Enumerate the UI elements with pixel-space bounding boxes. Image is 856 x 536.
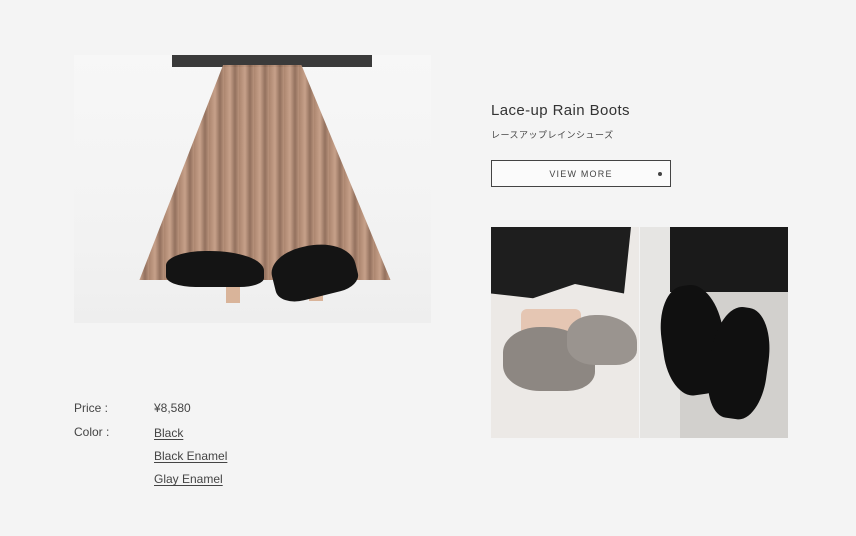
detail-image-black bbox=[640, 227, 788, 438]
dot-icon bbox=[658, 172, 662, 176]
color-link-black[interactable]: Black bbox=[154, 426, 183, 440]
price-label: Price : bbox=[74, 401, 109, 415]
black-enamel-shoe bbox=[166, 251, 264, 287]
view-more-button[interactable]: VIEW MORE bbox=[491, 160, 671, 187]
color-link-black-enamel[interactable]: Black Enamel bbox=[154, 449, 227, 463]
color-label: Color : bbox=[74, 425, 110, 439]
detail-image-gray-enamel bbox=[491, 227, 639, 438]
product-subtitle: レースアップレインシューズ bbox=[491, 130, 614, 140]
view-more-label: VIEW MORE bbox=[549, 168, 613, 179]
pleated-skirt bbox=[139, 65, 391, 280]
product-title: Lace-up Rain Boots bbox=[491, 102, 630, 119]
gray-enamel-shoe bbox=[567, 315, 637, 365]
main-product-image bbox=[74, 55, 431, 323]
pant-hem bbox=[670, 227, 788, 292]
price-value: ¥8,580 bbox=[154, 401, 191, 415]
color-link-glay-enamel[interactable]: Glay Enamel bbox=[154, 472, 223, 486]
pant-hem bbox=[491, 227, 631, 299]
